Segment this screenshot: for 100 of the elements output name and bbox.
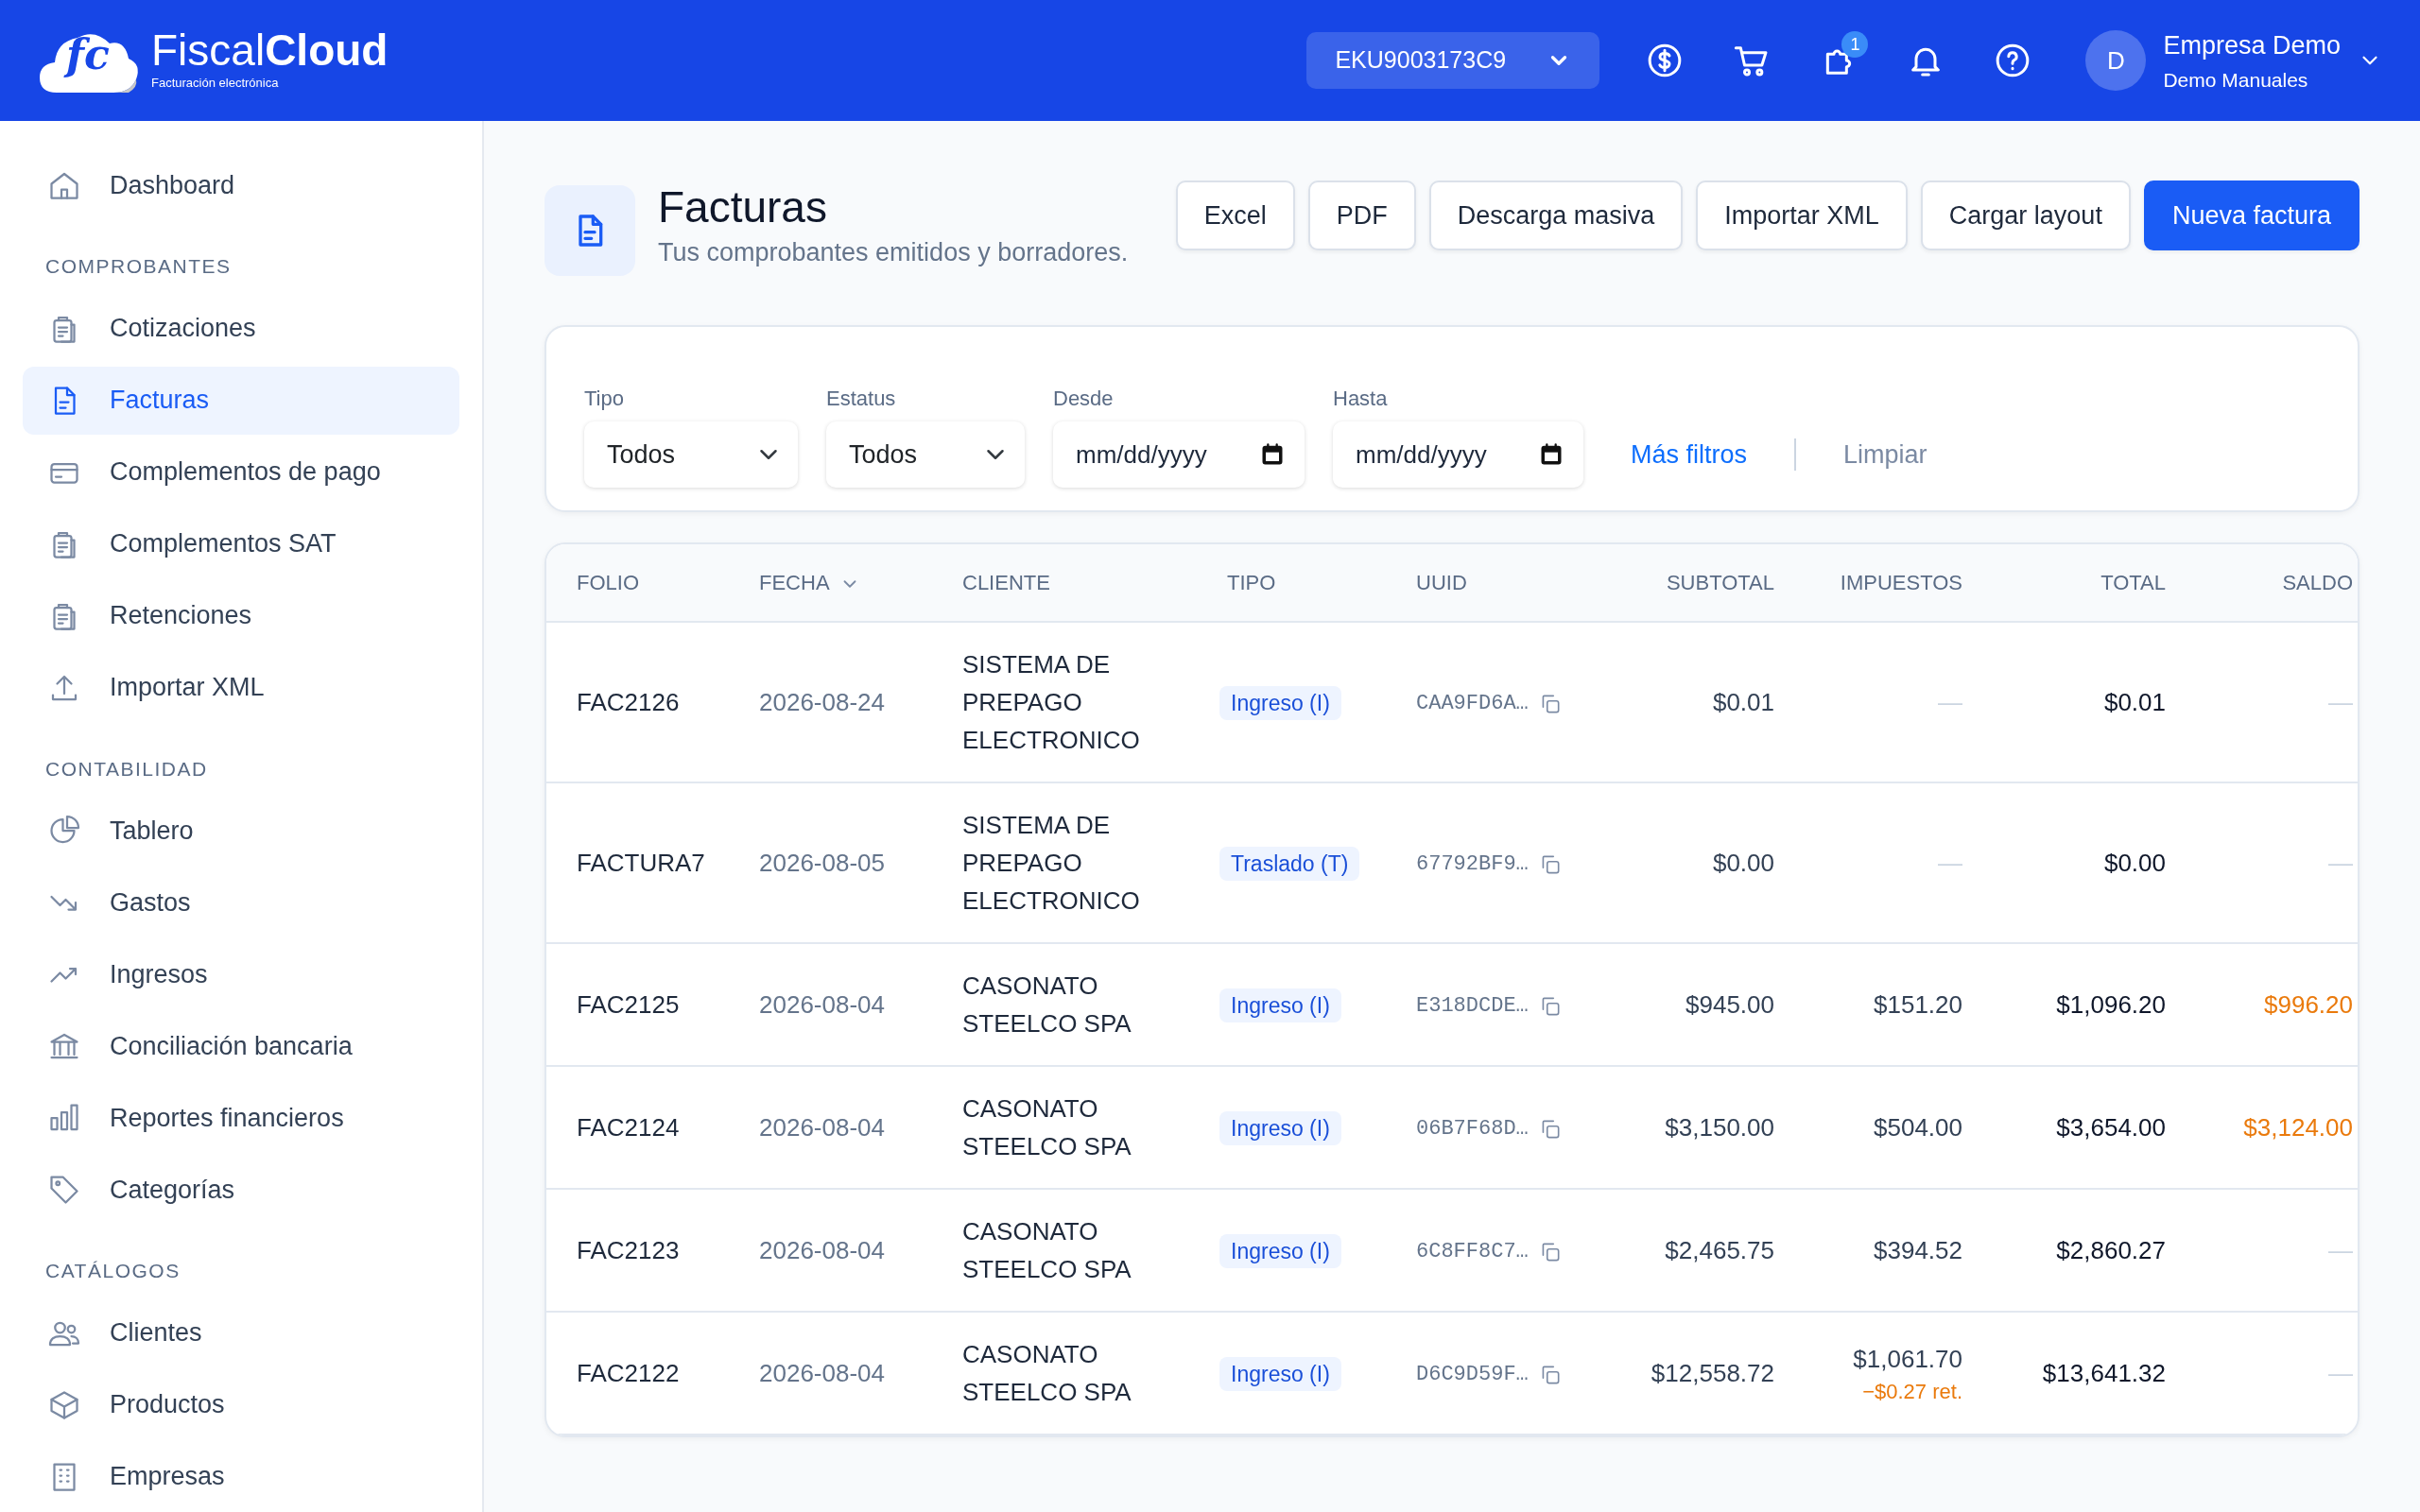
type-tag: Ingreso (I) xyxy=(1219,988,1341,1022)
empty-value: — xyxy=(2196,1189,2358,1312)
column-header: TOTAL xyxy=(1993,544,2196,622)
sidebar-item[interactable]: Gastos xyxy=(23,868,459,936)
table-cell: FACTURA7 xyxy=(546,782,729,943)
table-cell: $151.20 xyxy=(1805,943,1993,1066)
select-field[interactable]: Todos xyxy=(826,421,1025,488)
notification-badge: 1 xyxy=(1841,31,1869,58)
filter-link[interactable]: Más filtros xyxy=(1631,435,1748,474)
retention-note: −$0.27 ret. xyxy=(1861,1379,1962,1405)
field-label: Hasta xyxy=(1333,386,1389,412)
sidebar-item[interactable]: Importar XML xyxy=(23,653,459,722)
sidebar-item[interactable]: Reportes financieros xyxy=(23,1084,459,1152)
table-cell: FAC2125 xyxy=(546,943,729,1066)
sidebar-item[interactable]: Productos xyxy=(23,1370,459,1439)
primary-button[interactable]: Nueva factura xyxy=(2143,180,2360,250)
page-subtitle: Tus comprobantes emitidos y borradores. xyxy=(658,237,1129,269)
sidebar-item[interactable]: Facturas xyxy=(23,366,459,435)
empty-value: — xyxy=(1805,782,1993,943)
field-label: Desde xyxy=(1053,386,1115,412)
table-cell: FAC2124 xyxy=(546,1066,729,1189)
sidebar-item[interactable]: Categorías xyxy=(23,1156,459,1224)
brand-tagline: Facturación electrónica xyxy=(151,75,280,93)
empty-value: — xyxy=(2196,1312,2358,1435)
user-menu[interactable]: D Empresa Demo Demo Manuales xyxy=(2085,26,2382,94)
table-cell: CASONATO STEELCO SPA xyxy=(932,1312,1197,1435)
table-cell: 2026-08-04 xyxy=(729,1066,932,1189)
table-cell: $3,150.00 xyxy=(1608,1066,1805,1189)
avatar: D xyxy=(2085,30,2147,91)
table-cell-text: $1,061.70 xyxy=(1852,1344,1962,1375)
page-icon xyxy=(544,185,635,276)
sidebar-item[interactable]: Empresas xyxy=(23,1442,459,1511)
table-cell: $0.01 xyxy=(1993,622,2196,782)
tag-icon xyxy=(47,1173,81,1207)
column-header: SALDO xyxy=(2196,544,2358,622)
table-cell: CASONATO STEELCO SPA xyxy=(932,1189,1197,1312)
table-cell: $2,465.75 xyxy=(1608,1189,1805,1312)
empty-value: — xyxy=(1805,622,1993,782)
table-cell: $2,860.27 xyxy=(1993,1189,2196,1312)
toolbar-button[interactable]: PDF xyxy=(1307,180,1416,250)
uuid-text: 6C8FF8C7… xyxy=(1416,1239,1529,1265)
table-cell: $13,641.32 xyxy=(1993,1312,2196,1435)
type-tag: Ingreso (I) xyxy=(1219,1111,1341,1145)
table-cell: FAC2126 xyxy=(546,622,729,782)
company-select[interactable]: EKU9003173C9 xyxy=(1306,32,1600,89)
uuid-text: D6C9D59F… xyxy=(1416,1362,1529,1388)
table-cell: 2026-08-04 xyxy=(729,1312,932,1435)
column-header: FOLIO xyxy=(546,544,729,622)
table-cell: 2026-08-24 xyxy=(729,622,932,782)
sidebar-item[interactable]: Clientes xyxy=(23,1298,459,1367)
brand-name: FiscalCloud xyxy=(151,28,389,73)
section-heading: CATÁLOGOS xyxy=(44,1259,182,1283)
sidebar-item[interactable]: Complementos SAT xyxy=(23,509,459,578)
column-header[interactable]: FECHA xyxy=(729,544,932,622)
column-header: SUBTOTAL xyxy=(1608,544,1805,622)
column-header: CLIENTE xyxy=(932,544,1197,622)
date-field[interactable]: mm/dd/yyyy xyxy=(1333,421,1583,488)
section-heading: CONTABILIDAD xyxy=(44,756,209,782)
section-heading: COMPROBANTES xyxy=(44,254,233,279)
column-header: IMPUESTOS xyxy=(1805,544,1993,622)
uuid-text: E318DCDE… xyxy=(1416,993,1529,1020)
toolbar-button[interactable]: Descarga masiva xyxy=(1428,180,1684,250)
table-cell: $0.00 xyxy=(1993,782,2196,943)
table-cell: $0.01 xyxy=(1608,622,1805,782)
table-cell: CASONATO STEELCO SPA xyxy=(932,1066,1197,1189)
table-cell: 2026-08-04 xyxy=(729,1189,932,1312)
table-cell: FAC2123 xyxy=(546,1189,729,1312)
table-cell: SISTEMA DE PREPAGO ELECTRONICO xyxy=(932,622,1197,782)
table-cell: $945.00 xyxy=(1608,943,1805,1066)
field-label: Estatus xyxy=(826,386,897,412)
select-field[interactable]: Todos xyxy=(584,421,798,488)
table-cell: $996.20 xyxy=(2196,943,2358,1066)
field-label: Tipo xyxy=(584,386,625,412)
toolbar-button[interactable]: Excel xyxy=(1175,180,1295,250)
column-header: UUID xyxy=(1386,544,1608,622)
table-cell: CASONATO STEELCO SPA xyxy=(932,943,1197,1066)
clear-link[interactable]: Limpiar xyxy=(1843,435,1927,474)
sidebar-item[interactable]: Cotizaciones xyxy=(23,294,459,363)
sidebar-item[interactable]: Tablero xyxy=(23,797,459,865)
page-title: Facturas xyxy=(658,181,828,233)
type-tag: Ingreso (I) xyxy=(1219,1357,1341,1391)
table-cell: $3,124.00 xyxy=(2196,1066,2358,1189)
toolbar-button[interactable]: Importar XML xyxy=(1696,180,1908,250)
table-cell: 2026-08-05 xyxy=(729,782,932,943)
sidebar-item[interactable]: Dashboard xyxy=(23,151,459,219)
table-cell: $0.00 xyxy=(1608,782,1805,943)
table-cell: $3,654.00 xyxy=(1993,1066,2196,1189)
empty-value: — xyxy=(2196,782,2358,943)
date-field[interactable]: mm/dd/yyyy xyxy=(1053,421,1305,488)
uuid-text: CAA9FD6A… xyxy=(1416,691,1529,717)
type-tag: Traslado (T) xyxy=(1219,847,1360,881)
sidebar-item[interactable]: Conciliación bancaria xyxy=(23,1012,459,1080)
table-cell: $12,558.72 xyxy=(1608,1312,1805,1435)
toolbar-button[interactable]: Cargar layout xyxy=(1920,180,2131,250)
table-cell: 2026-08-04 xyxy=(729,943,932,1066)
sidebar-item[interactable]: Ingresos xyxy=(23,940,459,1008)
type-tag: Ingreso (I) xyxy=(1219,686,1341,720)
sidebar-item[interactable]: Retenciones xyxy=(23,581,459,650)
column-header: TIPO xyxy=(1197,544,1386,622)
sidebar-item[interactable]: Complementos de pago xyxy=(23,438,459,507)
